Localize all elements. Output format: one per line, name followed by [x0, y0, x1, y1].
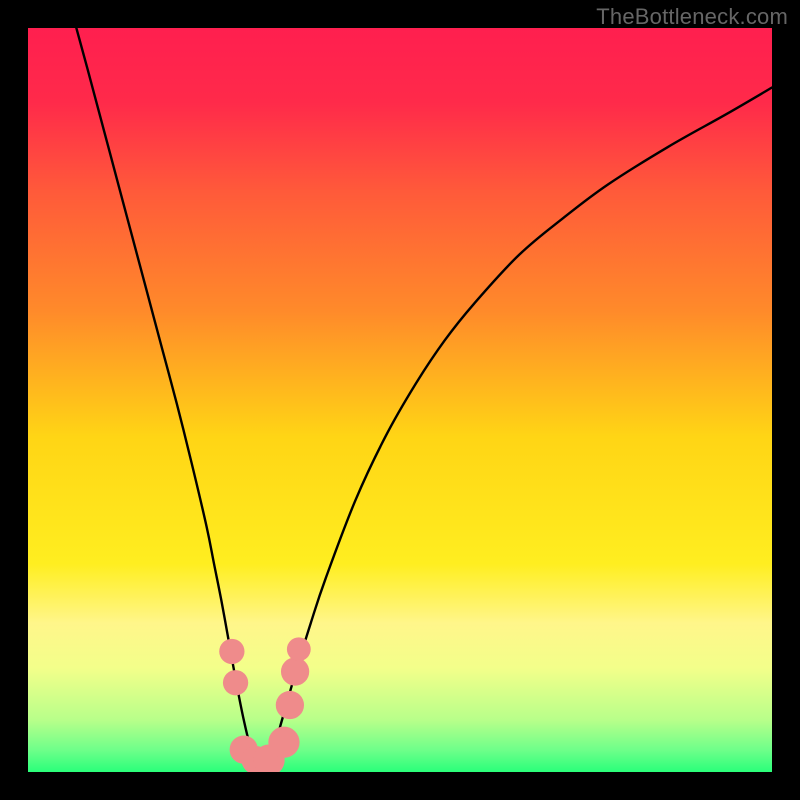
marker-right-lower	[276, 691, 304, 719]
marker-right-top	[287, 637, 311, 661]
chart-plot-area	[28, 28, 772, 772]
marker-right-upper	[281, 657, 309, 685]
chart-frame: TheBottleneck.com	[0, 0, 800, 800]
marker-left-mid	[223, 670, 248, 695]
marker-left-upper	[219, 639, 244, 664]
gradient-background	[28, 28, 772, 772]
marker-floor-4	[268, 727, 299, 758]
chart-svg	[28, 28, 772, 772]
watermark-text: TheBottleneck.com	[596, 4, 788, 30]
